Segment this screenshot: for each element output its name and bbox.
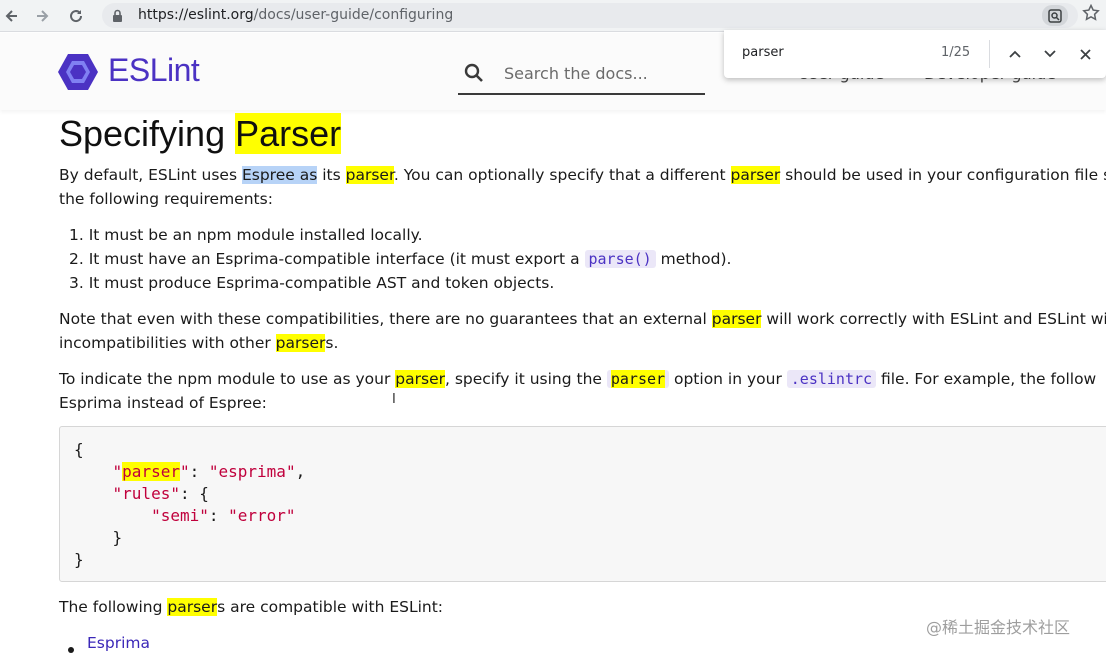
link-esprima[interactable]: Esprima [87, 631, 150, 654]
list-item: 2. It must have an Esprima-compatible in… [69, 250, 732, 268]
bullet-icon [68, 647, 74, 653]
watermark: @稀土掘金技术社区 [926, 618, 1071, 637]
docs-search[interactable]: Search the docs... [458, 57, 705, 95]
paragraph-intro-line2: the following requirements: [59, 190, 273, 208]
paragraph-compatible: The following parsers are compatible wit… [59, 598, 444, 616]
code-line: { [74, 440, 84, 459]
code-line: "rules": { [112, 484, 209, 503]
code-line: } [74, 528, 123, 547]
url-text: https://eslint.org/docs/user-guide/confi… [138, 7, 454, 23]
lock-icon [112, 8, 123, 27]
bookmark-star-icon[interactable] [1082, 3, 1100, 26]
eslint-logo-icon[interactable] [57, 53, 99, 95]
paragraph-intro: By default, ESLint uses Espree as its pa… [59, 166, 1106, 184]
list-item: 3. It must produce Esprima-compatible AS… [69, 274, 555, 292]
find-match-count: 1/25 [941, 45, 971, 60]
logo-text[interactable]: ESLint [108, 52, 200, 89]
find-next-icon[interactable] [1039, 43, 1061, 65]
code-line: "parser": "esprima", [112, 462, 306, 481]
find-input[interactable]: parser [742, 45, 784, 60]
code-line: "semi": "error" [151, 506, 296, 525]
paragraph-note-line2: incompatibilities with other parsers. [59, 334, 339, 352]
find-divider [989, 40, 990, 68]
search-icon [464, 63, 484, 87]
paragraph-indicate: To indicate the npm module to use as you… [59, 370, 1097, 388]
find-previous-icon[interactable] [1004, 43, 1026, 65]
browser-toolbar: https://eslint.org/docs/user-guide/confi… [0, 0, 1106, 32]
list-item: 1. It must be an npm module installed lo… [69, 226, 423, 244]
find-bar: parser 1/25 [724, 30, 1106, 78]
text-cursor-icon: I [392, 392, 396, 407]
forward-icon[interactable] [30, 4, 54, 28]
paragraph-note: Note that even with these compatibilitie… [59, 310, 1106, 328]
page-title: Specifying Parser [59, 113, 342, 154]
paragraph-indicate-line2: Esprima instead of Espree: [59, 394, 267, 412]
find-close-icon[interactable] [1074, 43, 1096, 65]
reload-icon[interactable] [64, 4, 88, 28]
back-icon[interactable] [0, 4, 24, 28]
code-line: } [74, 550, 84, 569]
search-input[interactable]: Search the docs... [504, 64, 648, 83]
find-in-page-icon[interactable] [1042, 5, 1068, 26]
code-block[interactable]: { "parser": "esprima", "rules": { "semi"… [59, 426, 1106, 582]
address-bar[interactable]: https://eslint.org/docs/user-guide/confi… [102, 3, 1078, 28]
